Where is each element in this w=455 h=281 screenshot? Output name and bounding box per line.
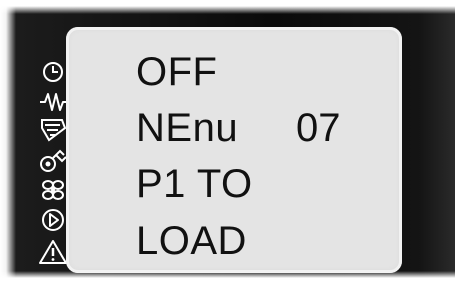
display-line-3: P1 TO	[136, 162, 253, 206]
compressor-icon	[36, 146, 70, 174]
play-icon	[36, 206, 70, 234]
heater-wave-icon	[36, 88, 70, 116]
fan-icon	[36, 176, 70, 204]
status-icon-column	[36, 58, 70, 273]
display-line-1: OFF	[136, 50, 218, 94]
display-line-2: NEnu	[136, 106, 239, 150]
controller-device: OFF NEnu 07 P1 TO LOAD	[0, 0, 455, 281]
clock-icon	[36, 58, 70, 86]
display-line-2-value: 07	[296, 106, 341, 150]
display-line-4: LOAD	[136, 219, 247, 263]
alarm-icon	[36, 238, 70, 266]
defrost-icon	[36, 116, 70, 144]
lcd-display: OFF NEnu 07 P1 TO LOAD	[66, 27, 402, 273]
